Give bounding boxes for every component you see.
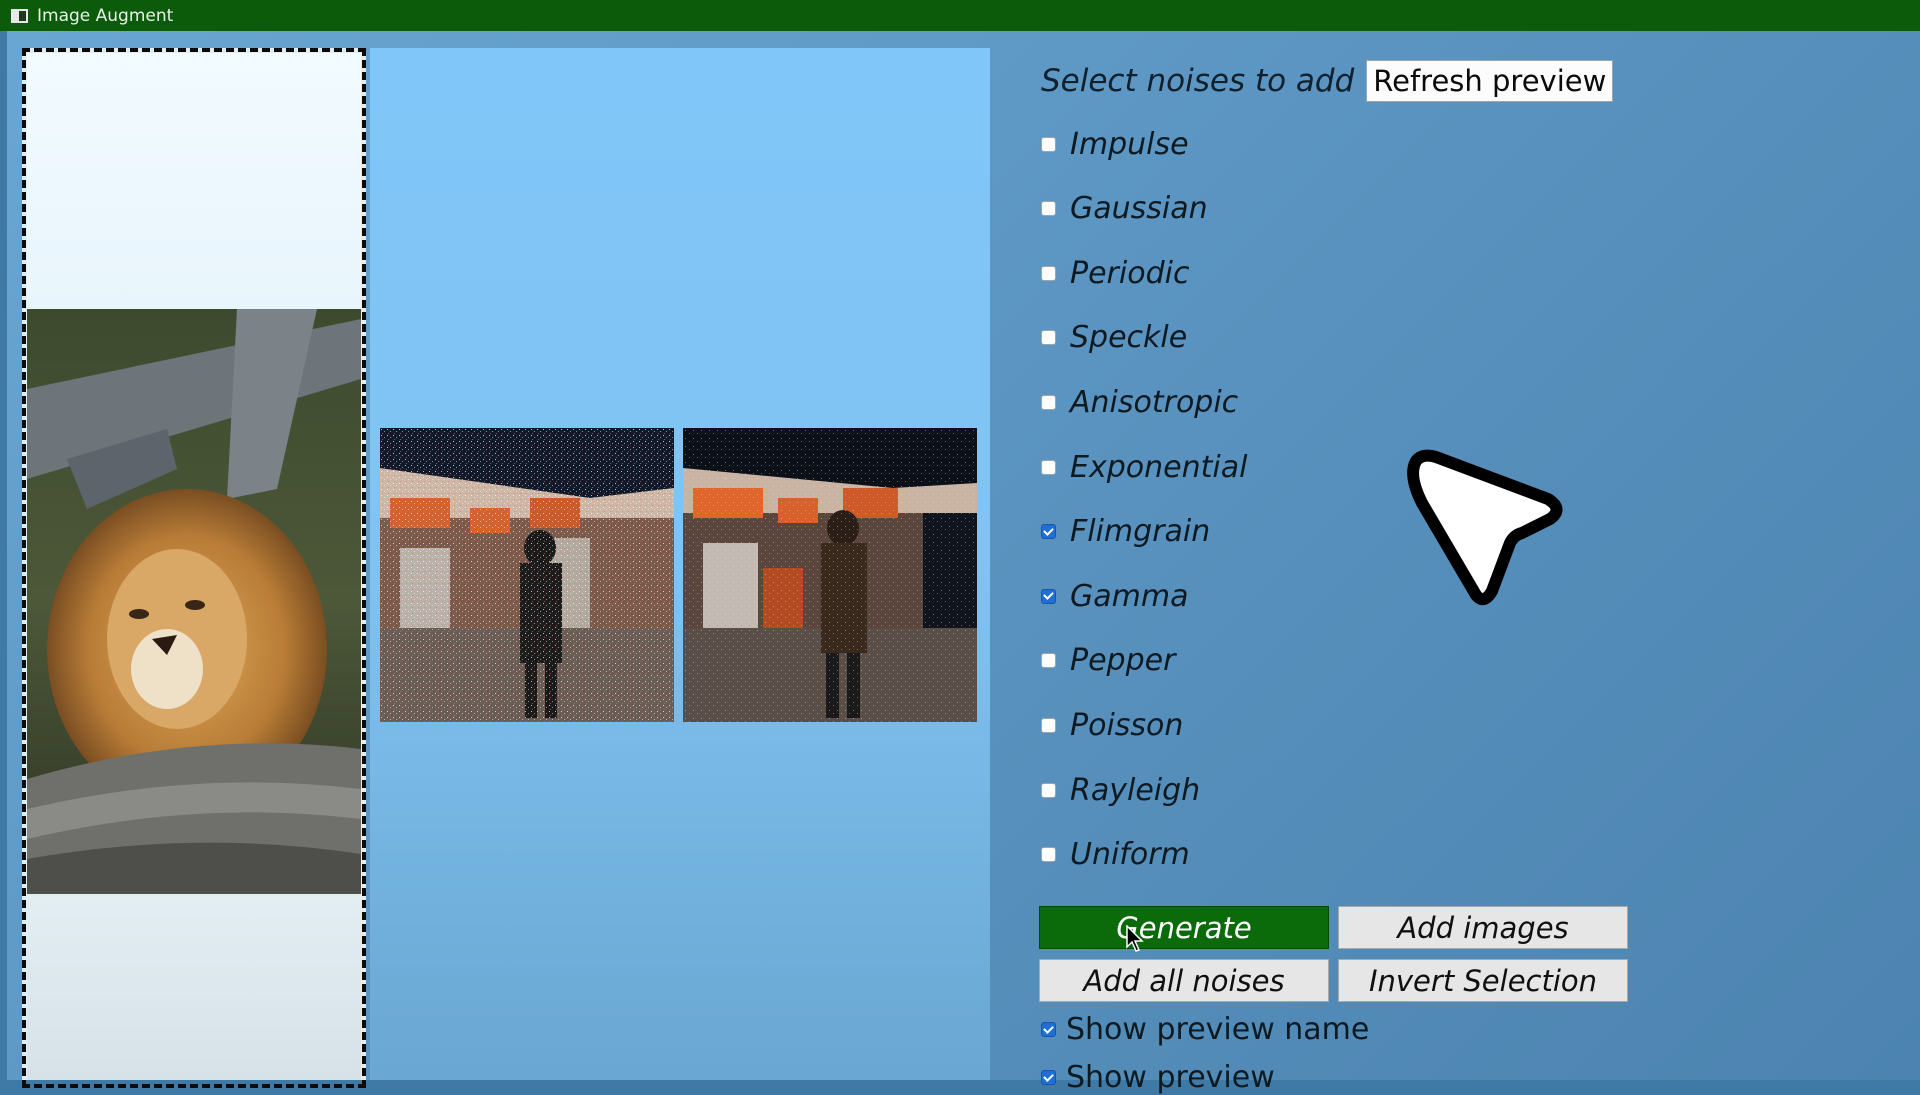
noise-label: Gaussian <box>1070 191 1208 227</box>
noise-option-uniform[interactable]: Uniform <box>1040 835 1190 875</box>
noise-checkbox[interactable] <box>1041 394 1056 410</box>
generate-button[interactable]: Generate <box>1039 906 1329 949</box>
noise-preview-thumbnail[interactable] <box>380 428 674 722</box>
noise-label: Rayleigh <box>1070 772 1201 808</box>
noise-label: Speckle <box>1070 320 1188 356</box>
noise-option-pepper[interactable]: Pepper <box>1040 641 1175 681</box>
option-label: Show preview name <box>1066 1012 1370 1047</box>
noise-option-periodic[interactable]: Periodic <box>1040 253 1189 293</box>
noise-preview-thumbnail[interactable] <box>683 428 977 722</box>
noise-checkbox[interactable] <box>1041 459 1056 475</box>
noise-option-speckle[interactable]: Speckle <box>1040 318 1187 358</box>
selection-border <box>22 48 366 1088</box>
app-icon <box>11 8 28 23</box>
noise-option-poisson[interactable]: Poisson <box>1040 705 1183 745</box>
noise-checkbox[interactable] <box>1041 136 1056 152</box>
refresh-preview-button[interactable]: Refresh preview <box>1366 60 1614 102</box>
noise-selection-heading: Select noises to add <box>1041 63 1355 99</box>
noise-option-rayleigh[interactable]: Rayleigh <box>1040 770 1200 810</box>
option-label: Show preview <box>1066 1060 1275 1095</box>
add-all-noises-button[interactable]: Add all noises <box>1039 959 1329 1002</box>
noise-selection-header: Select noises to add Refresh preview <box>1041 60 1614 102</box>
pointer-cursor-icon <box>1407 449 1563 606</box>
noise-label: Exponential <box>1070 449 1248 485</box>
noise-checkbox[interactable] <box>1041 588 1056 604</box>
add-images-button[interactable]: Add images <box>1338 906 1628 949</box>
noise-checkbox[interactable] <box>1041 717 1056 733</box>
noise-option-anisotropic[interactable]: Anisotropic <box>1040 382 1238 422</box>
noise-option-impulse[interactable]: Impulse <box>1040 124 1189 164</box>
window-title: Image Augment <box>37 5 174 26</box>
noise-label: Flimgrain <box>1070 514 1211 550</box>
noise-option-gamma[interactable]: Gamma <box>1040 576 1188 616</box>
title-bar: Image Augment <box>0 0 1920 31</box>
noise-option-exponential[interactable]: Exponential <box>1040 447 1247 487</box>
noise-checkbox[interactable] <box>1041 782 1056 798</box>
option-show-preview-name[interactable]: Show preview name <box>1040 1012 1369 1047</box>
option-checkbox[interactable] <box>1041 1070 1056 1085</box>
noise-checkbox[interactable] <box>1041 201 1056 217</box>
invert-selection-button[interactable]: Invert Selection <box>1338 959 1628 1002</box>
noise-label: Anisotropic <box>1070 384 1239 420</box>
noise-option-gaussian[interactable]: Gaussian <box>1040 189 1208 229</box>
option-checkbox[interactable] <box>1041 1022 1056 1037</box>
mouse-cursor-icon <box>1126 925 1144 952</box>
noise-option-flimgrain[interactable]: Flimgrain <box>1040 512 1210 552</box>
noise-label: Poisson <box>1070 707 1184 743</box>
noise-label: Impulse <box>1070 126 1189 162</box>
option-show-preview[interactable]: Show preview <box>1040 1060 1275 1095</box>
noise-label: Periodic <box>1070 255 1190 291</box>
noise-label: Pepper <box>1070 643 1176 679</box>
noise-checkbox[interactable] <box>1041 524 1056 540</box>
noise-checkbox[interactable] <box>1041 847 1056 863</box>
noise-checkbox[interactable] <box>1041 330 1056 346</box>
noise-label: Gamma <box>1070 578 1189 614</box>
noise-label: Uniform <box>1070 837 1190 873</box>
noise-checkbox[interactable] <box>1041 265 1056 281</box>
noise-checkbox[interactable] <box>1041 653 1056 669</box>
